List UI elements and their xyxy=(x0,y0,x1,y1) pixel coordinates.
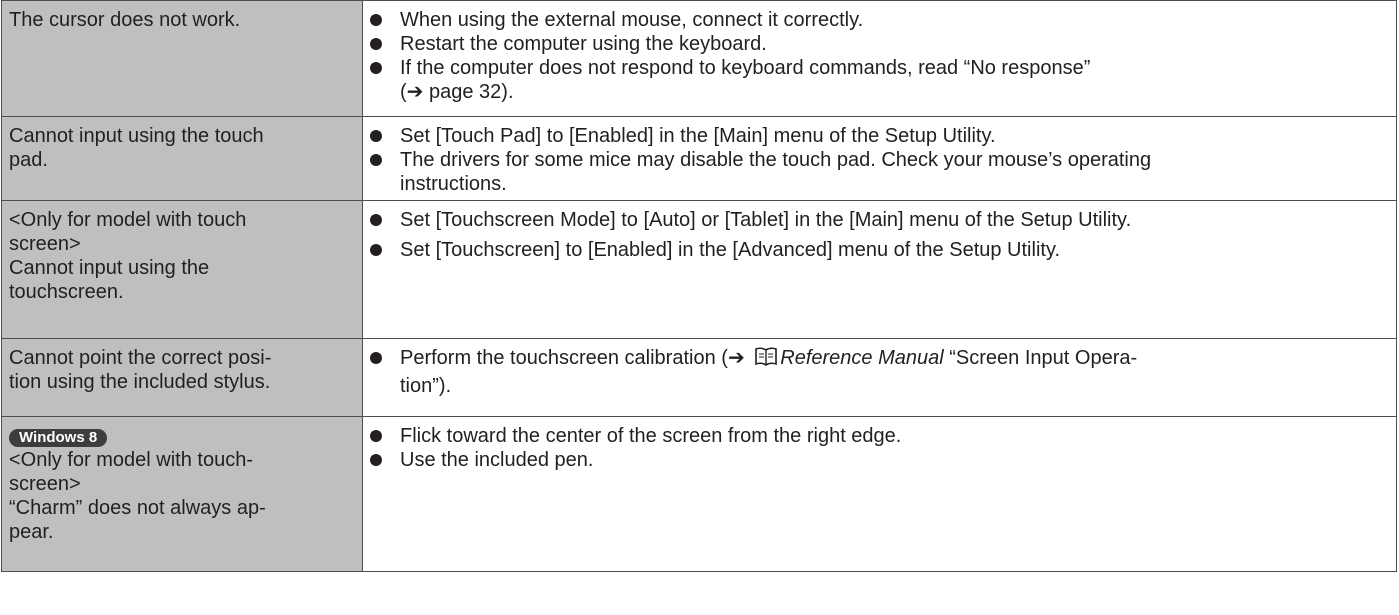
bullet-icon xyxy=(370,352,382,364)
windows-8-badge: Windows 8 xyxy=(9,429,108,447)
list-item: The drivers for some mice may disable th… xyxy=(370,148,1390,196)
table-row: Cannot input using the touch pad. Set [T… xyxy=(1,116,1397,201)
arrow-right-icon: ➔ xyxy=(406,81,424,103)
problem-text: screen> xyxy=(9,473,81,495)
solution-cell: Set [Touch Pad] to [Enabled] in the [Mai… xyxy=(362,116,1397,201)
problem-cell: Cannot input using the touch pad. xyxy=(1,116,363,201)
solution-text: Use the included pen. xyxy=(400,449,594,471)
problem-text: tion using the included stylus. xyxy=(9,371,271,393)
solution-cell: Perform the touchscreen calibration (➔ R… xyxy=(362,338,1397,417)
list-item: Flick toward the center of the screen fr… xyxy=(370,424,1390,448)
solution-text-paren: ( xyxy=(400,81,407,103)
solution-text: Flick toward the center of the screen fr… xyxy=(400,425,902,447)
solution-cell: Flick toward the center of the screen fr… xyxy=(362,416,1397,572)
list-item: Set [Touch Pad] to [Enabled] in the [Mai… xyxy=(370,124,1390,148)
bullet-icon xyxy=(370,14,382,26)
bullet-icon xyxy=(370,244,382,256)
problem-text: pad. xyxy=(9,149,48,171)
list-item: Perform the touchscreen calibration (➔ R… xyxy=(370,346,1390,398)
solution-cell: Set [Touchscreen Mode] to [Auto] or [Tab… xyxy=(362,200,1397,339)
reference-manual-link[interactable]: Reference Manual xyxy=(780,347,943,369)
problem-text: Cannot input using the xyxy=(9,257,210,279)
problem-text: <Only for model with touch- xyxy=(9,449,253,471)
problem-text: pear. xyxy=(9,521,54,543)
bullet-icon xyxy=(370,454,382,466)
solution-list: Perform the touchscreen calibration (➔ R… xyxy=(370,346,1390,398)
solution-text: Set [Touchscreen Mode] to [Auto] or [Tab… xyxy=(400,209,1132,231)
solution-list: Set [Touchscreen Mode] to [Auto] or [Tab… xyxy=(370,208,1390,262)
page-reference-link[interactable]: page 32). xyxy=(423,81,514,103)
solution-text: Restart the computer using the keyboard. xyxy=(400,33,767,55)
solution-text: The drivers for some mice may disable th… xyxy=(400,149,1152,171)
solution-cell: When using the external mouse, connect i… xyxy=(362,0,1397,117)
problem-text: “Charm” does not always ap- xyxy=(9,497,266,519)
table-row: Windows 8 <Only for model with touch- sc… xyxy=(1,416,1397,572)
solution-text: Set [Touch Pad] to [Enabled] in the [Mai… xyxy=(400,125,996,147)
table-row: <Only for model with touch screen> Canno… xyxy=(1,200,1397,339)
bullet-icon xyxy=(370,154,382,166)
solution-list: Flick toward the center of the screen fr… xyxy=(370,424,1390,472)
problem-cell: Windows 8 <Only for model with touch- sc… xyxy=(1,416,363,572)
bullet-icon xyxy=(370,130,382,142)
reference-manual-icon xyxy=(754,346,778,374)
list-item: Use the included pen. xyxy=(370,448,1390,472)
problem-cell: The cursor does not work. xyxy=(1,0,363,117)
problem-text: touchscreen. xyxy=(9,281,124,303)
problem-text: <Only for model with touch xyxy=(9,209,247,231)
problem-cell: Cannot point the correct posi- tion usin… xyxy=(1,338,363,417)
problem-text: Cannot input using the touch xyxy=(9,125,264,147)
solution-text: Set [Touchscreen] to [Enabled] in the [A… xyxy=(400,239,1061,261)
troubleshooting-table: The cursor does not work. When using the… xyxy=(1,0,1397,572)
solution-text: “Screen Input Opera- xyxy=(943,347,1138,369)
bullet-icon xyxy=(370,62,382,74)
problem-cell: <Only for model with touch screen> Canno… xyxy=(1,200,363,339)
solution-text: instructions. xyxy=(400,173,507,195)
list-item: Restart the computer using the keyboard. xyxy=(370,32,1390,56)
problem-text: screen> xyxy=(9,233,81,255)
bullet-icon xyxy=(370,214,382,226)
list-item: Set [Touchscreen] to [Enabled] in the [A… xyxy=(370,238,1390,262)
solution-text: tion”). xyxy=(400,375,452,397)
solution-text: Perform the touchscreen calibration ( xyxy=(400,347,728,369)
solution-list: When using the external mouse, connect i… xyxy=(370,8,1390,104)
problem-text: Cannot point the correct posi- xyxy=(9,347,272,369)
list-item: Set [Touchscreen Mode] to [Auto] or [Tab… xyxy=(370,208,1390,232)
list-item: When using the external mouse, connect i… xyxy=(370,8,1390,32)
list-item: If the computer does not respond to keyb… xyxy=(370,56,1390,104)
problem-text: The cursor does not work. xyxy=(9,9,241,31)
bullet-icon xyxy=(370,38,382,50)
solution-text: If the computer does not respond to keyb… xyxy=(400,57,1091,79)
table-row: The cursor does not work. When using the… xyxy=(1,0,1397,117)
troubleshooting-page: The cursor does not work. When using the… xyxy=(0,0,1399,615)
table-row: Cannot point the correct posi- tion usin… xyxy=(1,338,1397,417)
solution-text: When using the external mouse, connect i… xyxy=(400,9,864,31)
arrow-right-icon: ➔ xyxy=(727,347,745,369)
bullet-icon xyxy=(370,430,382,442)
solution-list: Set [Touch Pad] to [Enabled] in the [Mai… xyxy=(370,124,1390,196)
